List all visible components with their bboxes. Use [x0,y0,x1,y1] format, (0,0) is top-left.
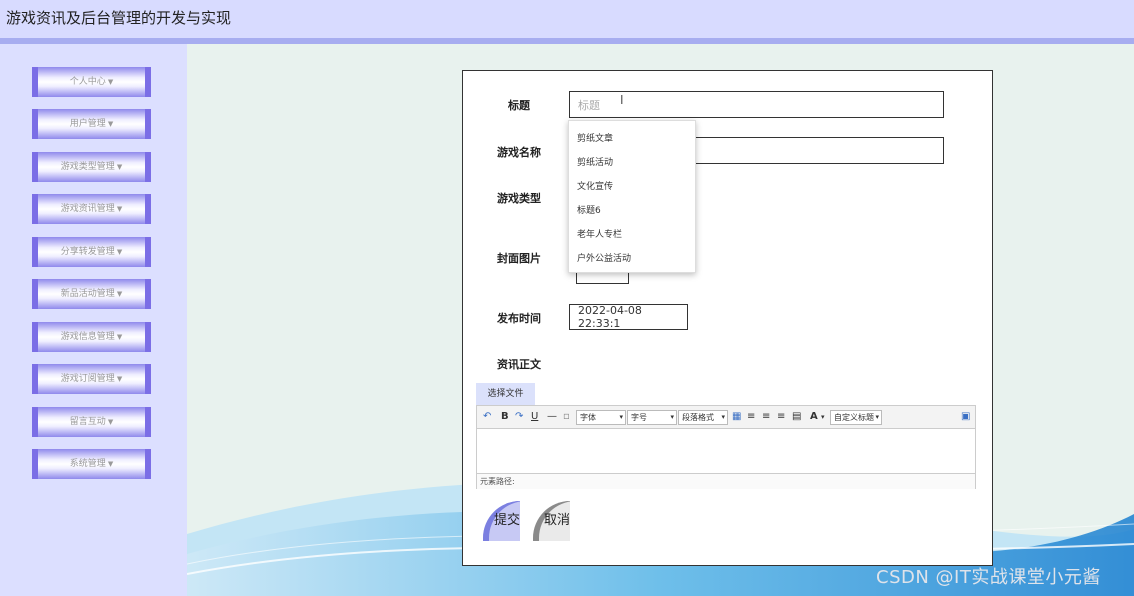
bold-icon[interactable]: B [501,411,509,423]
sidebar-item-share-management[interactable]: 分享转发管理 ▼ [32,237,151,267]
top-header: 游戏资讯及后台管理的开发与实现 [0,0,1134,38]
caret-down-icon: ▼ [116,290,123,298]
sidebar-item-personal-center[interactable]: 个人中心 ▼ [32,67,151,97]
sidebar-item-message-interaction[interactable]: 留言互动 ▼ [32,407,151,437]
caret-down-icon: ▼ [107,78,114,86]
caret-down-icon: ▼ [116,375,123,383]
caret-down-icon[interactable]: ▾ [821,411,825,423]
font-size-select[interactable]: 字号 ▾ [627,410,677,425]
editor-toolbar: ↶ B ↷ U — ▫ 字体 ▾ 字号 ▾ 段落格式 ▾ ▦ ≡ ≡ ≡ ▤ A ▾ … [477,406,975,429]
body-label: 资讯正文 [497,358,541,371]
underline-icon[interactable]: U [531,411,538,423]
font-size-select-label: 字号 [631,413,647,422]
caret-down-icon: ▾ [721,413,725,421]
fullscreen-icon[interactable]: ▣ [961,411,970,423]
sidebar-item-game-info-management[interactable]: 游戏信息管理 ▼ [32,322,151,352]
game-type-label: 游戏类型 [497,192,541,205]
page-icon[interactable]: ▫ [563,411,570,423]
caret-down-icon: ▾ [875,413,879,421]
align-center-icon[interactable]: ≡ [762,411,770,423]
game-name-label: 游戏名称 [497,146,541,159]
sidebar-item-user-management[interactable]: 用户管理 ▼ [32,109,151,139]
sidebar-item-system-management[interactable]: 系统管理 ▼ [32,449,151,479]
sidebar-item-label: 分享转发管理 [60,247,115,257]
paragraph-format-select[interactable]: 段落格式 ▾ [678,410,728,425]
font-select[interactable]: 字体 ▾ [576,410,626,425]
sidebar-item-label: 游戏订阅管理 [60,374,115,384]
autocomplete-item[interactable]: 标题6 [577,203,601,216]
autocomplete-item[interactable]: 剪纸活动 [577,155,613,168]
align-left-icon[interactable]: ≡ [747,411,755,423]
publish-time-input[interactable]: 2022-04-08 22:33:1 [569,304,688,330]
caret-down-icon: ▼ [116,163,123,171]
caret-down-icon: ▼ [116,248,123,256]
rich-text-editor: ↶ B ↷ U — ▫ 字体 ▾ 字号 ▾ 段落格式 ▾ ▦ ≡ ≡ ≡ ▤ A ▾ … [476,405,976,489]
title-label: 标题 [508,99,530,112]
text-cursor-icon: I [620,93,624,107]
caret-down-icon: ▼ [107,418,114,426]
sidebar-item-game-type-management[interactable]: 游戏类型管理 ▼ [32,152,151,182]
custom-title-label: 自定义标题 [834,413,874,422]
font-color-icon[interactable]: A [810,411,818,423]
sidebar: 个人中心 ▼ 用户管理 ▼ 游戏类型管理 ▼ 游戏资讯管理 ▼ 分享转发管理 ▼ 新品活动… [0,44,187,596]
paragraph-format-label: 段落格式 [682,413,714,422]
choose-file-button[interactable]: 选择文件 [476,383,535,405]
caret-down-icon: ▾ [619,413,623,421]
sidebar-item-game-subscription-management[interactable]: 游戏订阅管理 ▼ [32,364,151,394]
align-right-icon[interactable]: ≡ [777,411,785,423]
watermark: CSDN @IT实战课堂小元酱 [876,567,1101,588]
autocomplete-item[interactable]: 文化宣传 [577,179,613,192]
cover-image-label: 封面图片 [497,252,541,265]
sidebar-item-game-news-management[interactable]: 游戏资讯管理 ▼ [32,194,151,224]
caret-down-icon: ▾ [670,413,674,421]
sidebar-item-label: 游戏类型管理 [60,162,115,172]
sidebar-item-label: 系统管理 [69,459,106,469]
redo-icon[interactable]: ↷ [515,411,523,423]
justify-icon[interactable]: ▤ [792,411,801,423]
element-path: 元素路径: [477,473,975,489]
custom-title-select[interactable]: 自定义标题 ▾ [830,410,882,425]
sidebar-item-label: 个人中心 [69,77,106,87]
autocomplete-item[interactable]: 剪纸文章 [577,131,613,144]
caret-down-icon: ▼ [116,205,123,213]
autocomplete-item[interactable]: 户外公益活动 [577,251,631,264]
caret-down-icon: ▼ [107,460,114,468]
sidebar-item-new-activity-management[interactable]: 新品活动管理 ▼ [32,279,151,309]
undo-icon[interactable]: ↶ [483,411,491,423]
autocomplete-item[interactable]: 老年人专栏 [577,227,622,240]
title-autocomplete-dropdown: 剪纸文章 剪纸活动 文化宣传 标题6 老年人专栏 户外公益活动 [568,120,696,273]
sidebar-item-label: 新品活动管理 [60,289,115,299]
table-icon[interactable]: ▦ [732,411,741,423]
horizontal-rule-icon[interactable]: — [547,411,557,423]
font-select-label: 字体 [580,413,596,422]
app-title: 游戏资讯及后台管理的开发与实现 [6,9,232,27]
caret-down-icon: ▼ [107,120,114,128]
sidebar-item-label: 游戏资讯管理 [60,204,115,214]
publish-time-label: 发布时间 [497,312,541,325]
caret-down-icon: ▼ [116,333,123,341]
sidebar-item-label: 用户管理 [69,119,106,129]
sidebar-item-label: 留言互动 [69,417,106,427]
sidebar-item-label: 游戏信息管理 [60,332,115,342]
title-input[interactable]: 标题 [569,91,944,118]
